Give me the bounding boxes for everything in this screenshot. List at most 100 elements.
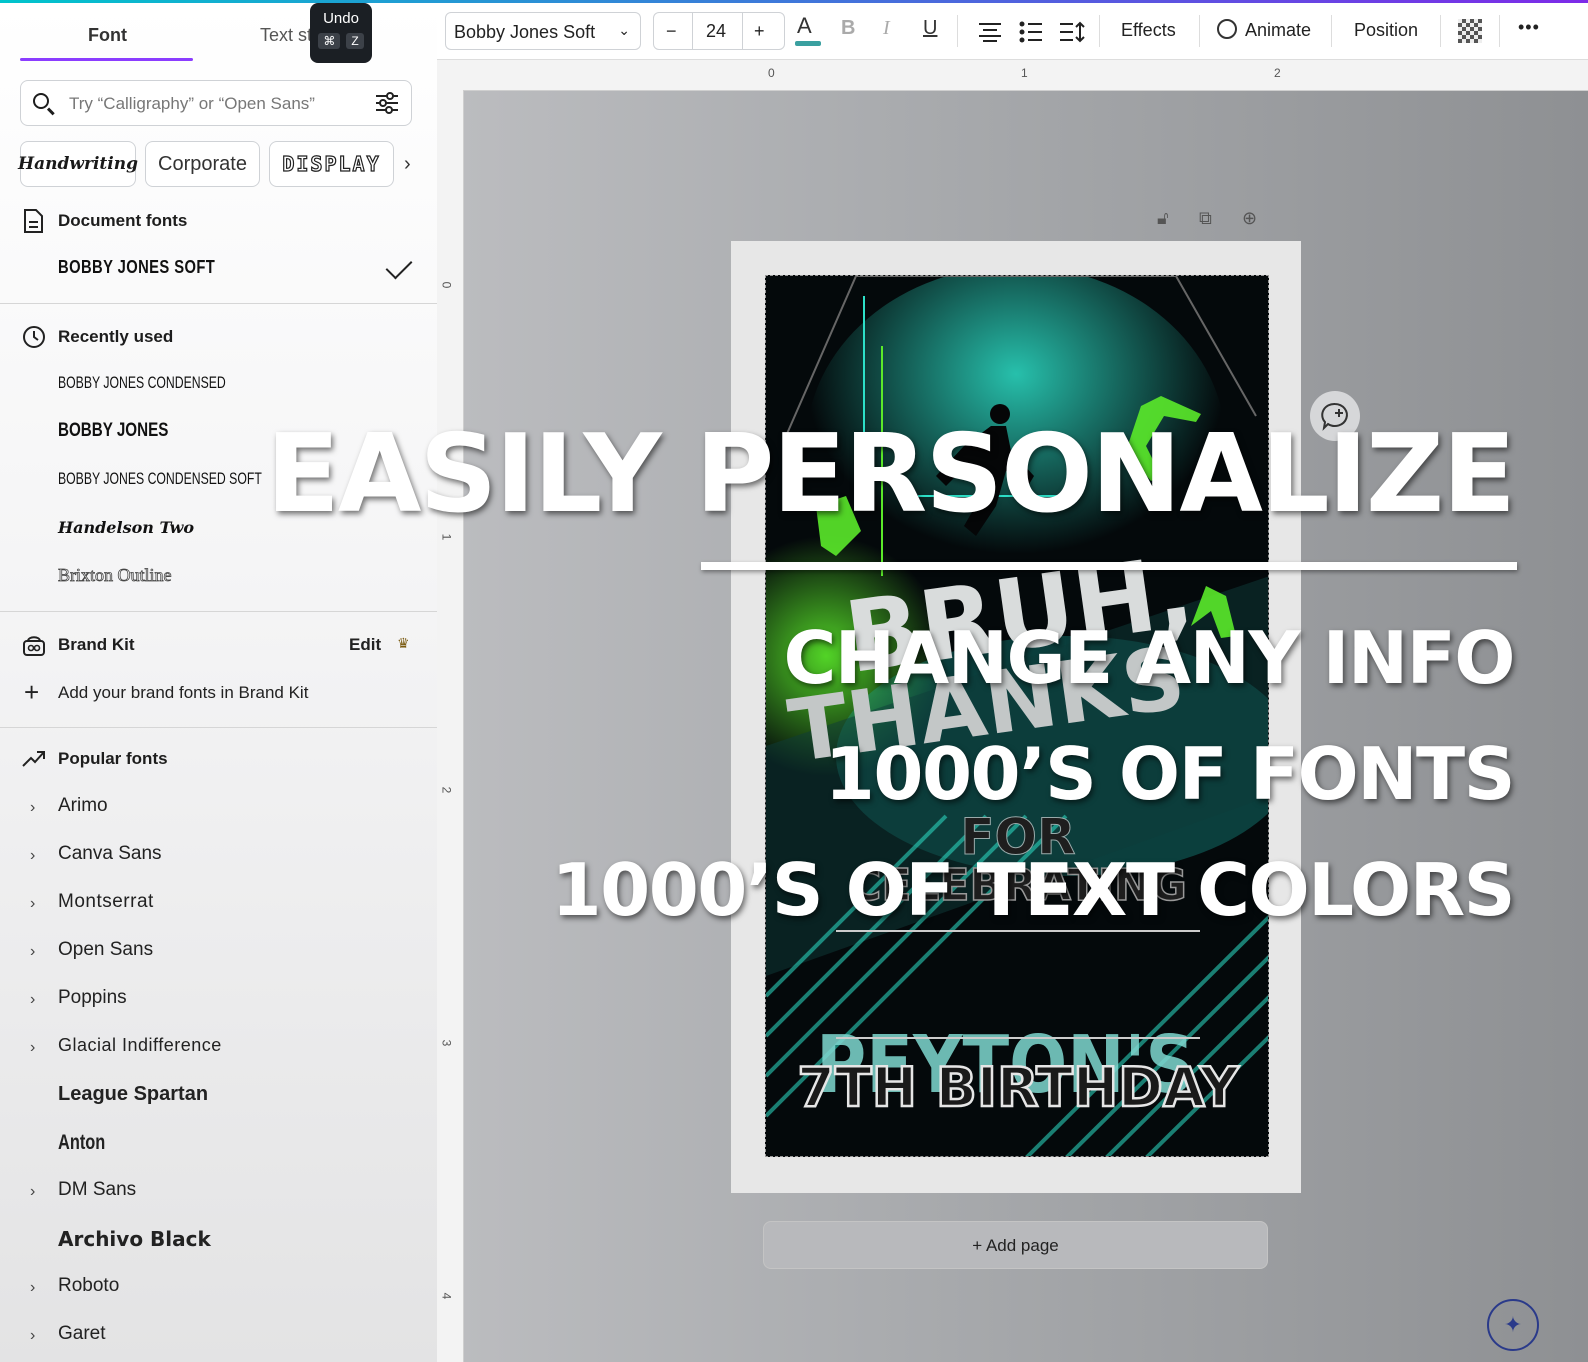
font-name: Glacial Indifference — [58, 1035, 222, 1055]
brand-kit-icon — [23, 636, 45, 656]
clock-icon — [23, 326, 45, 348]
active-tab-indicator — [20, 58, 193, 61]
divider — [0, 303, 437, 304]
popular-fonts-heading: Popular fonts — [58, 749, 168, 768]
add-comment-button[interactable] — [1310, 391, 1360, 441]
poster-text-celebrating[interactable]: CELEBRATING — [848, 859, 1187, 912]
ruler-label: 4 — [439, 1292, 454, 1300]
font-item-recent[interactable]: BOBBY JONES CONDENSED SOFT — [58, 469, 262, 489]
font-name: Open Sans — [58, 939, 154, 960]
horizontal-ruler: 0 1 2 — [463, 60, 1588, 91]
font-size-input[interactable]: 24 — [706, 21, 726, 42]
font-item-montserrat[interactable]: › Montserrat — [0, 885, 437, 925]
font-item-dm-sans[interactable]: › DM Sans — [0, 1173, 437, 1213]
font-item-arimo[interactable]: › Arimo — [0, 789, 437, 829]
text-color-button[interactable]: A — [797, 13, 812, 39]
animate-icon — [1217, 19, 1237, 39]
font-item-recent[interactable]: Brixton Outline — [58, 565, 172, 586]
add-page-icon[interactable]: ⊕ — [1242, 208, 1257, 229]
font-item-garet[interactable]: › Garet — [0, 1317, 437, 1357]
underline-button[interactable]: U — [923, 17, 937, 40]
italic-button[interactable]: I — [883, 17, 890, 40]
text-toolbar: Bobby Jones Soft ⌄ − 24 + A B I U Effect — [437, 3, 1588, 60]
add-brand-fonts-link[interactable]: Add your brand fonts in Brand Kit — [58, 683, 308, 703]
chevron-right-icon[interactable]: › — [404, 153, 411, 176]
font-item-roboto[interactable]: › Roboto — [0, 1269, 437, 1309]
chip-display[interactable]: DISPLAY — [269, 141, 394, 187]
more-options-button[interactable]: ••• — [1518, 17, 1540, 38]
font-item-anton[interactable]: Anton — [0, 1125, 437, 1165]
text-color-swatch — [795, 41, 821, 46]
brand-kit-edit-link[interactable]: Edit — [349, 635, 381, 655]
line-spacing-icon[interactable] — [1059, 21, 1085, 43]
font-name: Roboto — [58, 1275, 120, 1296]
font-name: DM Sans — [58, 1179, 137, 1200]
lock-icon[interactable]: 🔓︎ — [1157, 208, 1169, 229]
transparency-icon[interactable] — [1458, 19, 1482, 43]
decrease-size-button[interactable]: − — [666, 21, 677, 42]
poster-artwork: BRUH, THANKS FOR CELEBRATING PEYTON'S 7T… — [766, 276, 1268, 1156]
tab-font[interactable]: Font — [88, 25, 127, 46]
font-item-canva-sans[interactable]: › Canva Sans — [0, 837, 437, 877]
font-item-glacial-indifference[interactable]: › Glacial Indifference — [0, 1029, 437, 1069]
comment-icon — [1321, 402, 1348, 431]
font-item-archivo-black[interactable]: Archivo Black — [0, 1221, 437, 1261]
add-page-button[interactable]: + Add page — [763, 1221, 1268, 1269]
position-button[interactable]: Position — [1354, 20, 1418, 41]
ruler-label: 1 — [439, 533, 454, 541]
animate-button[interactable]: Animate — [1245, 20, 1311, 41]
document-fonts-heading: Document fonts — [58, 211, 188, 230]
magic-assistant-icon[interactable]: ✦ — [1487, 1299, 1539, 1351]
chevron-right-icon[interactable]: › — [30, 1183, 35, 1201]
tab-text-styles[interactable]: Text st — [260, 25, 312, 46]
chevron-right-icon[interactable]: › — [30, 1279, 35, 1297]
chevron-right-icon[interactable]: › — [30, 943, 35, 961]
font-item-open-sans[interactable]: › Open Sans — [0, 933, 437, 973]
divider — [0, 611, 437, 612]
chevron-right-icon[interactable]: › — [30, 991, 35, 1009]
font-item-recent[interactable]: Handelson Two — [58, 518, 194, 537]
chevron-right-icon[interactable]: › — [30, 847, 35, 865]
font-family-value: Bobby Jones Soft — [454, 22, 596, 42]
search-icon — [33, 93, 49, 109]
ruler-label: 2 — [439, 786, 454, 794]
chevron-right-icon[interactable]: › — [30, 1039, 35, 1057]
ruler-corner — [437, 60, 463, 90]
editor-area: Bobby Jones Soft ⌄ − 24 + A B I U Effect — [437, 3, 1588, 1362]
font-item-bobby-jones-soft[interactable]: BOBBY JONES SOFT — [58, 257, 215, 278]
font-item-poppins[interactable]: › Poppins — [0, 981, 437, 1021]
poster-text-for[interactable]: FOR — [960, 808, 1076, 867]
font-item-recent[interactable]: BOBBY JONES — [58, 420, 168, 442]
ruler-label: 0 — [439, 281, 454, 289]
bold-button[interactable]: B — [841, 17, 855, 40]
tooltip-label: Undo — [323, 10, 359, 27]
chip-handwriting[interactable]: Handwriting — [18, 141, 138, 187]
trending-icon — [22, 751, 45, 767]
font-size-stepper[interactable]: − 24 + — [653, 12, 785, 50]
list-icon[interactable] — [1019, 21, 1043, 43]
chevron-right-icon[interactable]: › — [30, 799, 35, 817]
chevron-right-icon[interactable]: › — [30, 895, 35, 913]
command-key: ⌘ — [318, 33, 341, 49]
font-name: Montserrat — [58, 891, 154, 912]
filter-icon[interactable] — [375, 92, 399, 114]
font-name: Anton — [58, 1131, 106, 1154]
search-input[interactable]: Try “Calligraphy” or “Open Sans” — [69, 94, 315, 114]
design-canvas[interactable]: BRUH, THANKS FOR CELEBRATING PEYTON'S 7T… — [765, 275, 1269, 1157]
recently-used-heading: Recently used — [58, 327, 174, 346]
duplicate-page-icon[interactable]: ⧉ — [1199, 208, 1212, 229]
chevron-right-icon[interactable]: › — [30, 1327, 35, 1345]
ruler-label: 1 — [1021, 66, 1028, 80]
poster-text-event[interactable]: 7TH BIRTHDAY — [796, 1055, 1241, 1121]
font-name: Garet — [58, 1323, 106, 1344]
font-item-recent[interactable]: BOBBY JONES CONDENSED — [58, 373, 226, 393]
font-search-box[interactable]: Try “Calligraphy” or “Open Sans” — [20, 80, 412, 126]
increase-size-button[interactable]: + — [754, 21, 765, 42]
effects-button[interactable]: Effects — [1121, 20, 1176, 41]
align-center-icon[interactable] — [978, 22, 1002, 42]
font-family-dropdown[interactable]: Bobby Jones Soft ⌄ — [445, 12, 641, 50]
font-name: Archivo Black — [58, 1227, 211, 1251]
font-item-league-spartan[interactable]: League Spartan — [0, 1077, 437, 1117]
chevron-down-icon: ⌄ — [618, 22, 630, 38]
chip-corporate[interactable]: Corporate — [145, 141, 260, 187]
